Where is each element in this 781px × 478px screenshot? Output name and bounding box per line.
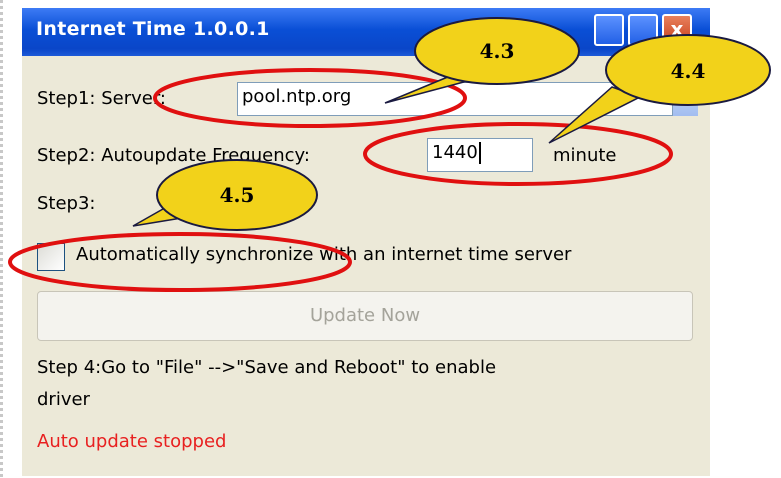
- callout-4-4-ring: [363, 122, 673, 186]
- annotation-overlay: 4.3 4.4 4.5: [8, 17, 771, 292]
- callout-4-4: 4.4: [548, 34, 771, 144]
- callout-4-3-ring: [153, 68, 467, 128]
- callout-4-3: 4.3: [384, 17, 580, 104]
- callout-4-5: 4.5: [132, 159, 318, 231]
- callout-4-3-label: 4.3: [480, 39, 515, 63]
- callout-4-4-label: 4.4: [671, 59, 706, 83]
- callout-4-5-label: 4.5: [220, 183, 255, 207]
- callout-4-5-ring: [8, 232, 352, 292]
